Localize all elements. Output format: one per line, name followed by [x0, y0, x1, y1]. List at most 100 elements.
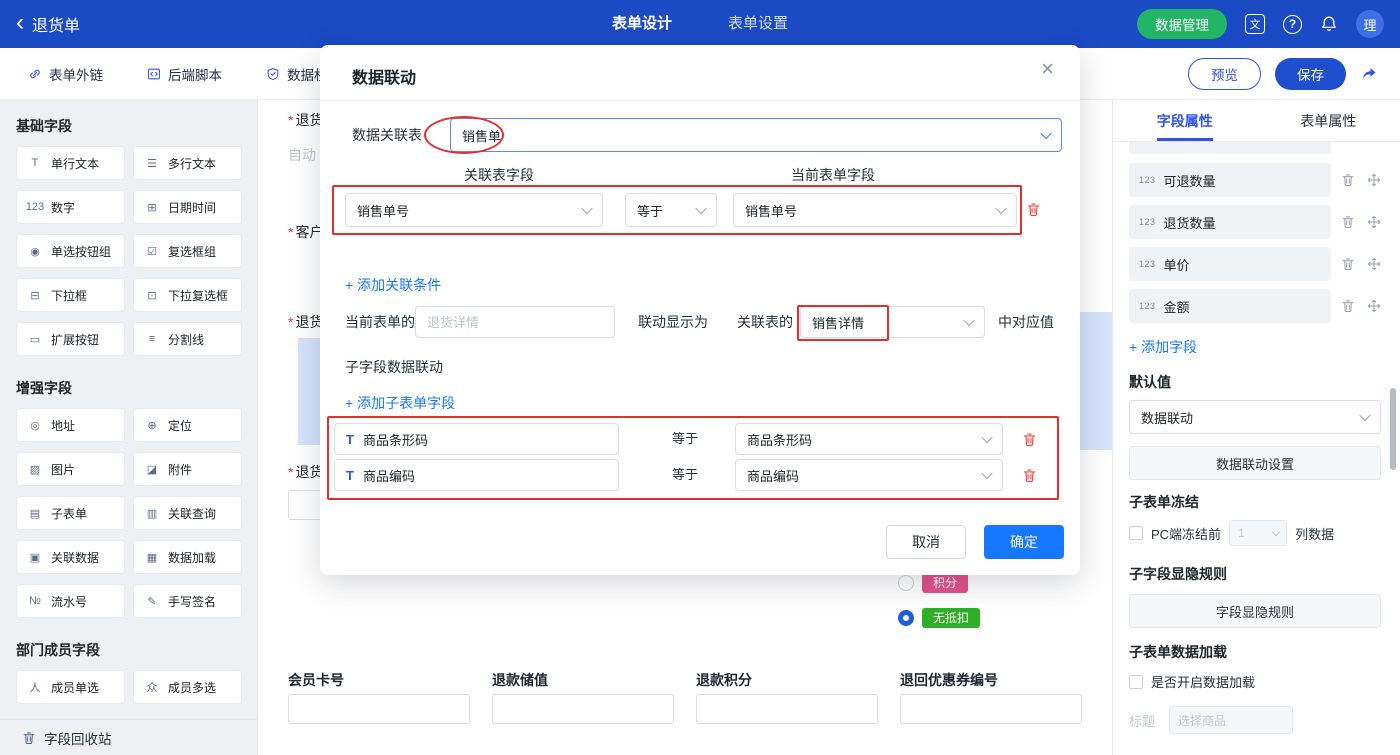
tab-form-design[interactable]: 表单设计	[612, 0, 672, 48]
field-radio-group[interactable]: ◉单选按钮组	[16, 234, 125, 268]
field-rules-button[interactable]: 字段显隐规则	[1129, 594, 1381, 628]
panel-field-row[interactable]: 123 可退数量	[1129, 163, 1331, 197]
notification-bell-icon[interactable]	[1320, 15, 1338, 33]
radio-selected-icon[interactable]	[898, 610, 914, 626]
field-address[interactable]: ◎地址	[16, 408, 125, 442]
linkage-settings-button[interactable]: 数据联动设置	[1129, 446, 1381, 480]
data-manage-button[interactable]: 数据管理	[1137, 9, 1227, 39]
relation-table-select[interactable]: 销售单	[450, 118, 1062, 152]
delete-field-icon[interactable]	[1341, 257, 1355, 271]
back-icon[interactable]: ‹	[16, 13, 24, 33]
move-field-icon[interactable]	[1367, 257, 1381, 271]
condition-target-select[interactable]: 销售单号	[733, 193, 1017, 227]
serial-icon: №	[25, 595, 45, 607]
field-multi-line-text[interactable]: ☰多行文本	[133, 146, 242, 180]
current-form-prefix: 当前表单的	[345, 306, 415, 338]
confirm-button[interactable]: 确定	[984, 525, 1064, 559]
add-subfield-link[interactable]: + 添加子表单字段	[345, 393, 455, 413]
image-icon: ▨	[25, 463, 45, 476]
delete-field-icon[interactable]	[1341, 299, 1355, 313]
subfield-linkage-title: 子字段数据联动	[345, 357, 443, 377]
add-condition-link[interactable]: + 添加关联条件	[345, 275, 441, 295]
panel-field-label: 可退数量	[1164, 171, 1216, 190]
panel-field-row[interactable]: 123 退货数量	[1129, 205, 1331, 239]
scrollbar-thumb[interactable]	[1390, 388, 1396, 470]
subfield-target-select[interactable]: 商品编码	[735, 459, 1003, 491]
refund-stored-input[interactable]	[492, 694, 674, 724]
delete-field-icon[interactable]	[1341, 173, 1355, 187]
close-icon[interactable]: ×	[1041, 58, 1054, 80]
field-label: 成员多选	[168, 679, 216, 696]
required-star: *	[288, 464, 293, 480]
language-icon[interactable]: 文	[1245, 14, 1265, 34]
refund-points-input[interactable]	[696, 694, 878, 724]
field-image[interactable]: ▨图片	[16, 452, 125, 486]
subfield-input[interactable]: T 商品条形码	[334, 423, 619, 455]
share-icon[interactable]	[1360, 65, 1378, 83]
tab-field-properties[interactable]: 字段属性	[1113, 100, 1257, 141]
field-member-multi[interactable]: 众成员多选	[133, 670, 242, 704]
data-load-icon: ▦	[142, 551, 162, 564]
save-button[interactable]: 保存	[1275, 58, 1346, 90]
preview-button[interactable]: 预览	[1188, 58, 1261, 90]
subform-title-input: 选择商品	[1169, 706, 1293, 734]
field-member-single[interactable]: 人成员单选	[16, 670, 125, 704]
data-load-checkbox[interactable]	[1129, 675, 1143, 689]
panel-field-row[interactable]: 123 金额	[1129, 289, 1331, 323]
delete-condition-button[interactable]	[1026, 202, 1041, 217]
relation-table-label: 数据关联表	[352, 118, 422, 152]
member-card-input[interactable]	[288, 694, 470, 724]
subfield-target-select[interactable]: 商品条形码	[735, 423, 1003, 455]
backend-script-button[interactable]: 后端脚本	[147, 64, 222, 84]
field-dropdown-multi[interactable]: ⊡下拉复选框	[133, 278, 242, 312]
field-attachment[interactable]: ◪附件	[133, 452, 242, 486]
panel-field-row[interactable]: 123 单价	[1129, 247, 1331, 281]
radio-unselected-icon[interactable]	[898, 575, 914, 591]
field-signature[interactable]: ✎手写签名	[133, 584, 242, 618]
field-subform[interactable]: ▤子表单	[16, 496, 125, 530]
field-checkbox-group[interactable]: ☑复选框组	[133, 234, 242, 268]
tab-form-properties[interactable]: 表单属性	[1257, 100, 1400, 141]
add-field-link[interactable]: + 添加字段	[1129, 337, 1197, 357]
field-location[interactable]: ⊕定位	[133, 408, 242, 442]
pc-freeze-checkbox[interactable]	[1129, 526, 1143, 540]
radio-option-no-deduction[interactable]: 无抵扣	[898, 608, 980, 628]
panel-field-label: 单价	[1164, 255, 1190, 274]
cancel-button[interactable]: 取消	[886, 525, 966, 559]
field-extend-button[interactable]: ▭扩展按钮	[16, 322, 125, 356]
subform-icon: ▤	[25, 507, 45, 520]
move-field-icon[interactable]	[1367, 299, 1381, 313]
field-linked-query[interactable]: ▥关联查询	[133, 496, 242, 530]
subfield-input[interactable]: T 商品编码	[334, 459, 619, 491]
tab-form-settings[interactable]: 表单设置	[728, 0, 788, 48]
help-icon[interactable]: ?	[1283, 15, 1302, 34]
field-single-line-text[interactable]: T单行文本	[16, 146, 125, 180]
condition-field-select[interactable]: 销售单号	[345, 193, 603, 227]
radio-option-points[interactable]: 积分	[898, 573, 968, 593]
current-form-input[interactable]	[415, 306, 615, 338]
address-icon: ◎	[25, 419, 45, 432]
signature-icon: ✎	[142, 595, 162, 608]
move-field-icon[interactable]	[1367, 215, 1381, 229]
move-field-icon[interactable]	[1367, 173, 1381, 187]
form-external-link-button[interactable]: 表单外链	[28, 64, 103, 84]
delete-field-icon[interactable]	[1341, 215, 1355, 229]
avatar[interactable]: 理	[1356, 10, 1384, 38]
field-recycle-bin[interactable]: 字段回收站	[0, 719, 257, 755]
field-serial-number[interactable]: №流水号	[16, 584, 125, 618]
default-value-select[interactable]: 数据联动	[1129, 400, 1381, 434]
delete-subfield-button[interactable]	[1022, 468, 1037, 483]
field-divider[interactable]: ≡分割线	[133, 322, 242, 356]
textarea-icon: ☰	[142, 157, 162, 170]
field-label: 分割线	[168, 331, 204, 348]
condition-operator-select[interactable]: 等于	[625, 193, 717, 227]
display-table-select[interactable]: 销售详情	[800, 306, 985, 338]
field-data-load[interactable]: ▦数据加载	[133, 540, 242, 574]
field-datetime[interactable]: ⊞日期时间	[133, 190, 242, 224]
field-number[interactable]: 123数字	[16, 190, 125, 224]
field-linked-data[interactable]: ▣关联数据	[16, 540, 125, 574]
return-coupon-input[interactable]	[900, 694, 1082, 724]
members-icon: 众	[142, 679, 162, 695]
delete-subfield-button[interactable]	[1022, 432, 1037, 447]
field-dropdown[interactable]: ⊟下拉框	[16, 278, 125, 312]
